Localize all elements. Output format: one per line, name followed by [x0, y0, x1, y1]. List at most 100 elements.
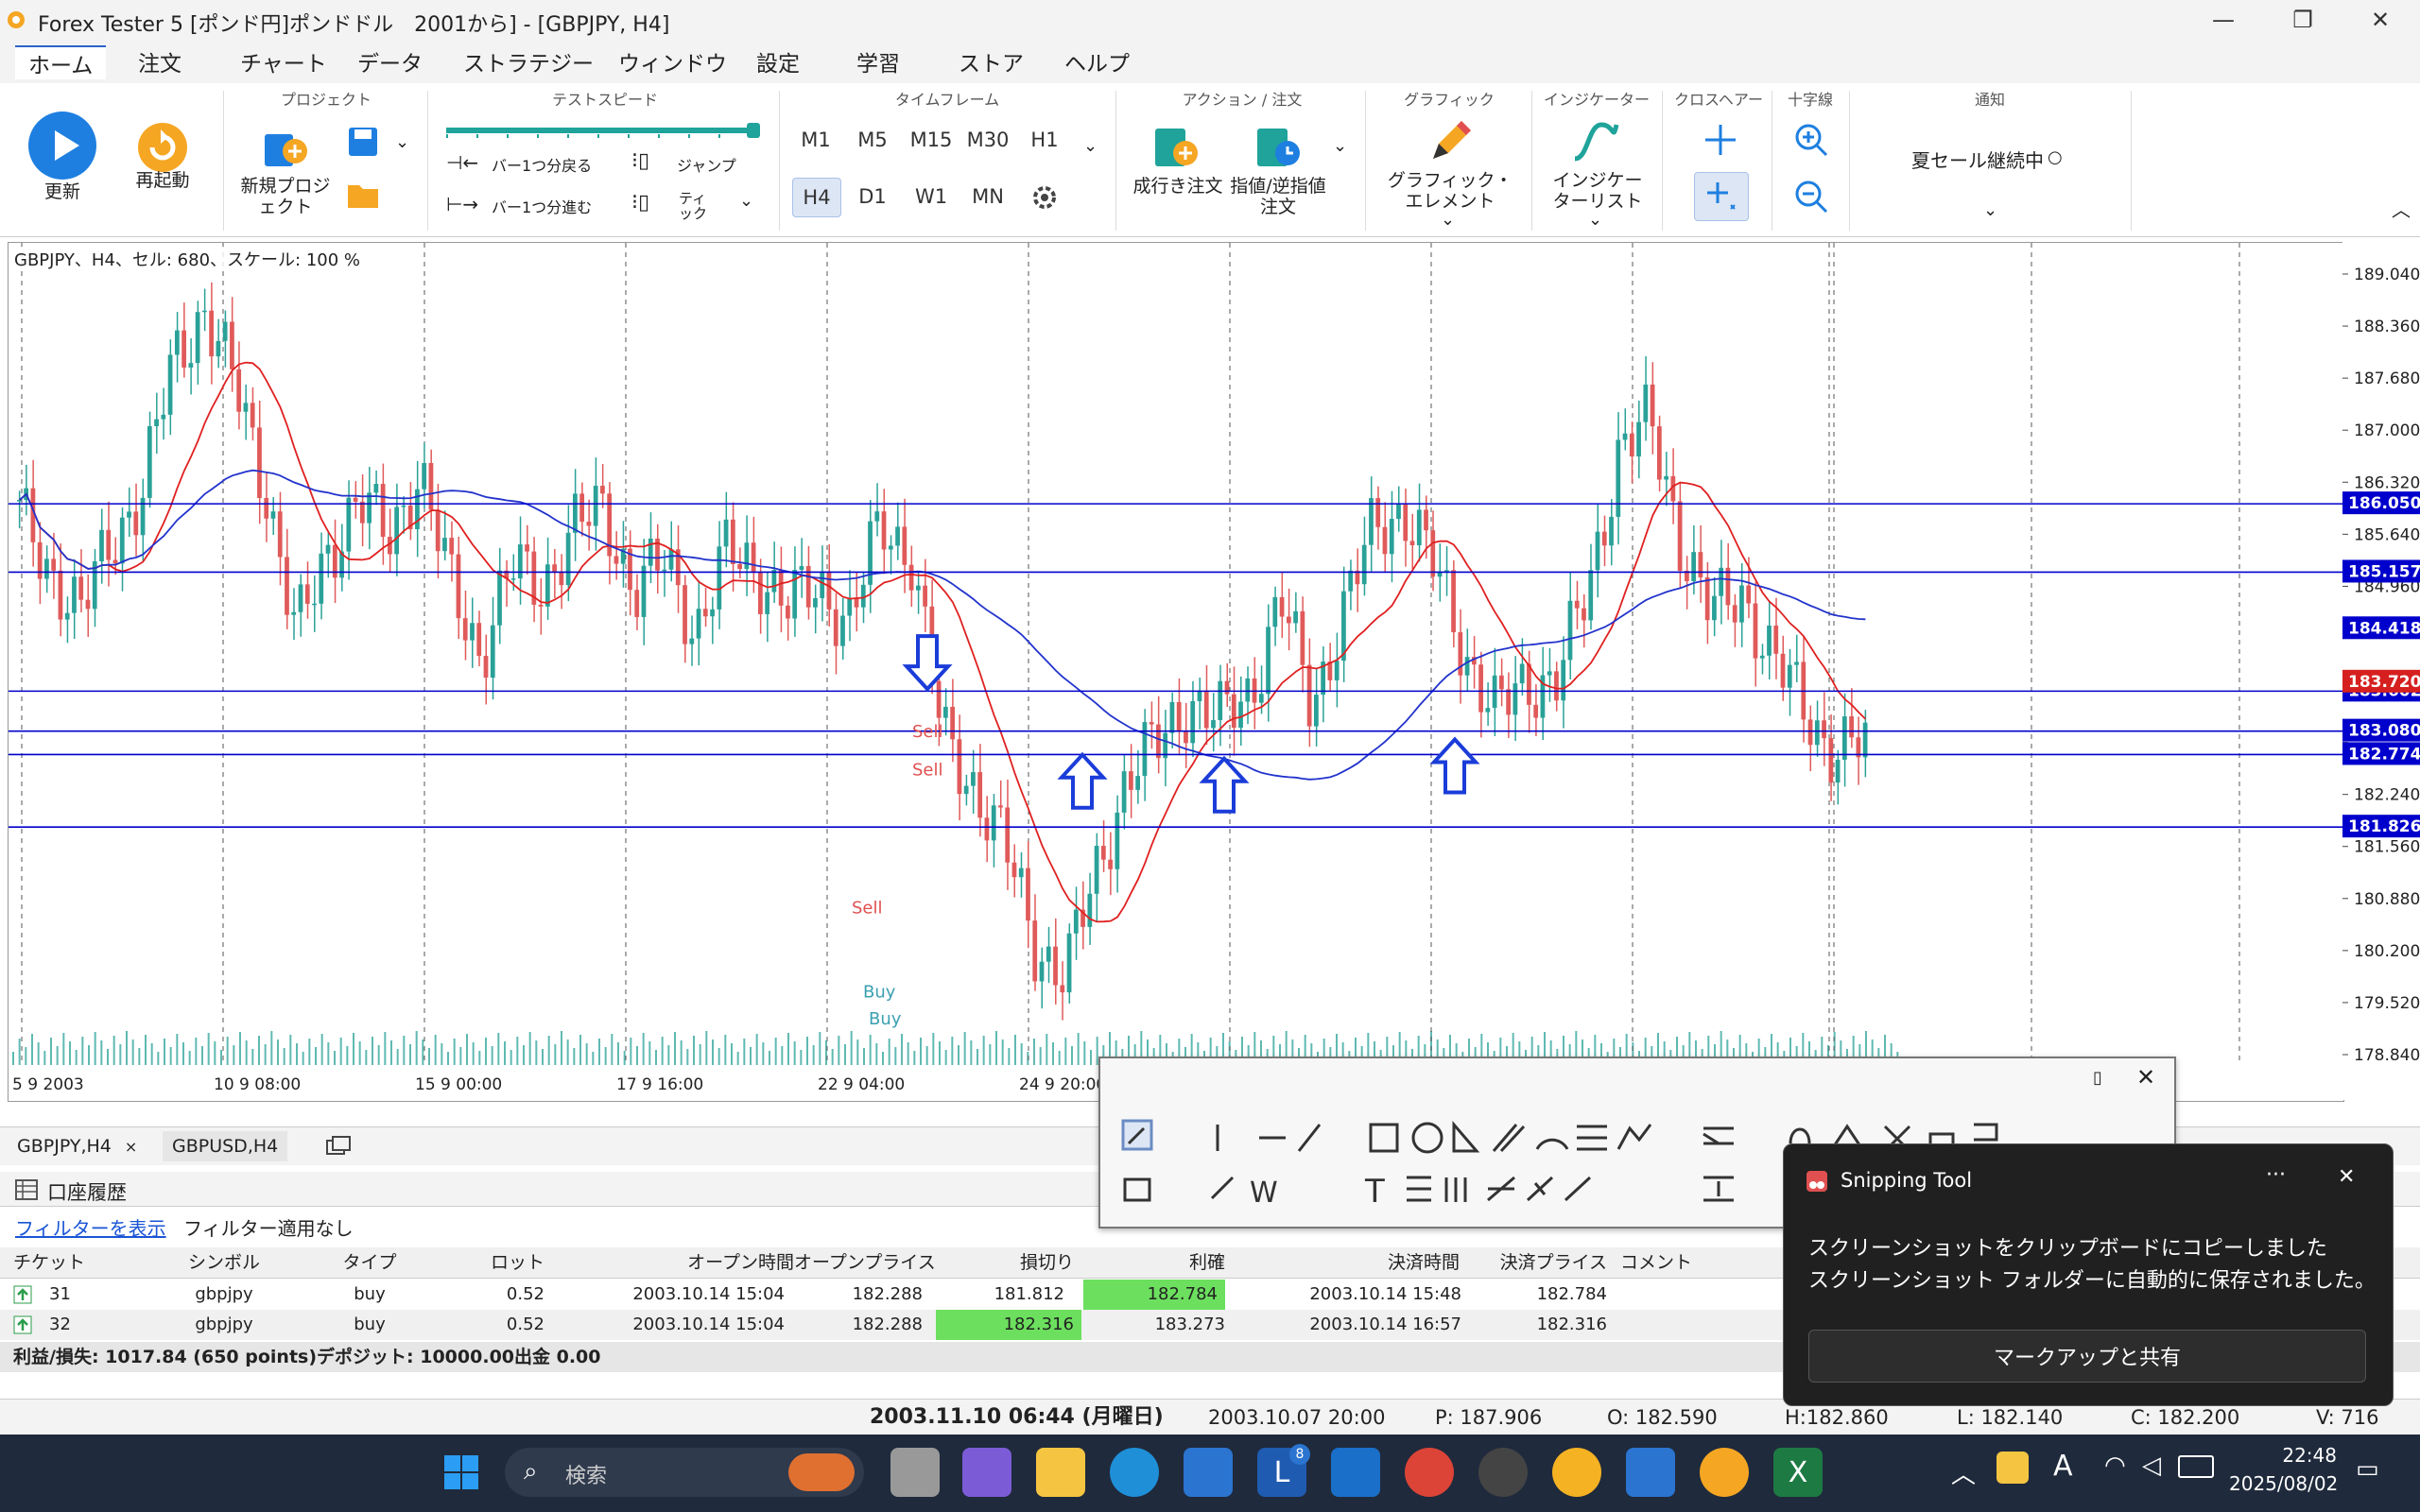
col-symbol[interactable]: シンボル: [151, 1247, 297, 1278]
battery-icon[interactable]: [2178, 1455, 2214, 1478]
clock-time[interactable]: 22:48: [2252, 1444, 2337, 1467]
menu-data[interactable]: データ: [344, 45, 436, 77]
excel-icon[interactable]: X: [1773, 1448, 1823, 1497]
open-folder-icon[interactable]: [346, 178, 380, 212]
bar-back-label[interactable]: バー1つ分戻る: [492, 153, 592, 176]
timeframe-m30[interactable]: M30: [964, 121, 1011, 159]
col-ticket[interactable]: チケット: [13, 1247, 146, 1278]
timeframe-h1[interactable]: H1: [1021, 121, 1068, 159]
snipping-tool-notification[interactable]: Snipping Tool ··· ✕ スクリーンショットをクリップボードにコピ…: [1783, 1143, 2394, 1406]
tray-app-icon[interactable]: [1996, 1452, 2029, 1484]
col-stop-loss[interactable]: 損切り: [936, 1247, 1074, 1278]
timeframe-m1[interactable]: M1: [792, 121, 839, 159]
market-order-button[interactable]: [1150, 121, 1202, 174]
save-dropdown-chevron-icon[interactable]: ⌄: [395, 132, 414, 152]
notice-dropdown-chevron-icon[interactable]: ⌄: [1983, 200, 1997, 220]
new-window-icon[interactable]: [325, 1135, 352, 1158]
zoom-out-icon[interactable]: [1792, 178, 1830, 215]
close-button[interactable]: ✕: [2341, 0, 2420, 40]
notepad-icon[interactable]: [1626, 1448, 1675, 1497]
tab-close-icon[interactable]: ×: [125, 1138, 137, 1156]
menu-help[interactable]: ヘルプ: [1051, 45, 1143, 77]
menu-store[interactable]: ストア: [945, 45, 1037, 77]
restart-button[interactable]: [134, 119, 191, 176]
update-button[interactable]: [25, 108, 100, 183]
crosshair-move-button[interactable]: [1694, 172, 1749, 221]
graphic-element-button[interactable]: [1424, 115, 1477, 168]
markup-and-share-button[interactable]: マークアップと共有: [1808, 1330, 2366, 1383]
col-open-price[interactable]: オープンプライス: [794, 1247, 936, 1278]
file-explorer-icon[interactable]: [1036, 1448, 1085, 1497]
jump-icon[interactable]: ⁝▯: [631, 149, 664, 178]
speaker-icon[interactable]: ◁: [2142, 1452, 2161, 1480]
wifi-icon[interactable]: ◠: [2104, 1452, 2126, 1480]
start-windows-icon[interactable]: [437, 1448, 486, 1497]
col-comment[interactable]: コメント: [1620, 1247, 1734, 1278]
timeframe-h4[interactable]: H4: [792, 178, 841, 217]
outlook-icon[interactable]: [1331, 1448, 1380, 1497]
new-project-button[interactable]: [259, 121, 312, 174]
tab-gbpjpy-h4[interactable]: GBPJPY,H4 ×: [8, 1131, 147, 1161]
col-lot[interactable]: ロット: [444, 1247, 544, 1278]
notice-text[interactable]: 夏セール継続中: [1911, 146, 2044, 173]
bar-forward-icon[interactable]: ⊢→: [446, 193, 478, 215]
col-take-profit[interactable]: 利確: [1083, 1247, 1225, 1278]
col-open-time[interactable]: オープン時間: [558, 1247, 794, 1278]
tab-gbpusd-h4[interactable]: GBPUSD,H4: [163, 1131, 288, 1161]
menu-strategy[interactable]: ストラテジー: [450, 45, 607, 77]
speed-slider[interactable]: [446, 123, 762, 138]
menu-window[interactable]: ウィンドウ: [605, 45, 740, 77]
show-hidden-icons-chevron-icon[interactable]: ︿: [1951, 1455, 1976, 1490]
chrome-icon[interactable]: [1405, 1448, 1454, 1497]
timeframe-more-chevron-icon[interactable]: ⌄: [1083, 136, 1098, 156]
save-icon[interactable]: [346, 125, 380, 159]
menu-order[interactable]: 注文: [125, 45, 195, 77]
tick-label[interactable]: ティック: [679, 191, 707, 221]
jump-label[interactable]: ジャンプ: [677, 153, 736, 176]
timeframe-m15[interactable]: M15: [908, 121, 955, 159]
price-chart[interactable]: 5 9 2003 10 9 08:00 15 9 00:00 17 9 16:00 22…: [8, 242, 2344, 1102]
music-app-icon[interactable]: [1552, 1448, 1601, 1497]
menu-learning[interactable]: 学習: [843, 45, 913, 77]
crosshair-icon[interactable]: [1702, 121, 1739, 159]
clock-date[interactable]: 2025/08/02: [2229, 1472, 2338, 1495]
order-dropdown-chevron-icon[interactable]: ⌄: [1333, 136, 1347, 156]
tick-icon[interactable]: ⁝▯: [631, 191, 664, 219]
ime-a-icon[interactable]: A: [2053, 1450, 2073, 1483]
taskbar-search[interactable]: ⌕ 検索: [505, 1448, 864, 1497]
indicator-list-button[interactable]: [1569, 115, 1622, 168]
col-type[interactable]: タイプ: [297, 1247, 442, 1278]
menu-chart[interactable]: チャート: [227, 45, 340, 77]
timeframe-mn[interactable]: MN: [964, 178, 1011, 215]
col-close-price[interactable]: 決済プライス: [1461, 1247, 1607, 1278]
tick-dropdown-chevron-icon[interactable]: ⌄: [739, 191, 753, 211]
zoom-in-icon[interactable]: [1792, 121, 1830, 159]
timeframe-m5[interactable]: M5: [849, 121, 896, 159]
graphic-dropdown-chevron-icon[interactable]: ⌄: [1441, 210, 1455, 230]
forex-tester-icon[interactable]: [1700, 1448, 1749, 1497]
copilot-icon[interactable]: [962, 1448, 1011, 1497]
limit-order-button[interactable]: [1252, 121, 1305, 174]
toast-more-icon[interactable]: ···: [2266, 1163, 2286, 1187]
timeframe-d1[interactable]: D1: [849, 178, 896, 215]
minimize-button[interactable]: —: [2184, 0, 2263, 40]
timeframe-settings-gear-icon[interactable]: [1028, 181, 1061, 214]
price-axis[interactable]: 189.040 188.360 187.680 187.000 186.320 185.6…: [2342, 242, 2420, 1100]
edge-browser-icon[interactable]: [1110, 1448, 1159, 1497]
notification-center-icon[interactable]: ▭: [2356, 1455, 2379, 1484]
store-icon[interactable]: [1184, 1448, 1233, 1497]
task-view-icon[interactable]: [890, 1448, 940, 1497]
indicator-dropdown-chevron-icon[interactable]: ⌄: [1588, 210, 1602, 230]
bar-forward-label[interactable]: バー1つ分進む: [492, 195, 592, 217]
chatgpt-icon[interactable]: [1478, 1448, 1528, 1497]
show-filter-link[interactable]: フィルターを表示: [15, 1213, 166, 1241]
menu-settings[interactable]: 設定: [743, 45, 813, 77]
toast-close-icon[interactable]: ✕: [2338, 1165, 2355, 1189]
collapse-ribbon-chevron-icon[interactable]: ︿: [2392, 195, 2411, 222]
col-close-time[interactable]: 決済時間: [1229, 1247, 1460, 1278]
timeframe-w1[interactable]: W1: [908, 178, 955, 215]
chart-canvas[interactable]: 5 9 2003 10 9 08:00 15 9 00:00 17 9 16:00 22…: [9, 243, 2343, 1101]
maximize-button[interactable]: ❐: [2263, 0, 2342, 40]
bar-back-icon[interactable]: ⊣←: [446, 151, 478, 174]
menu-home[interactable]: ホーム: [15, 45, 107, 79]
